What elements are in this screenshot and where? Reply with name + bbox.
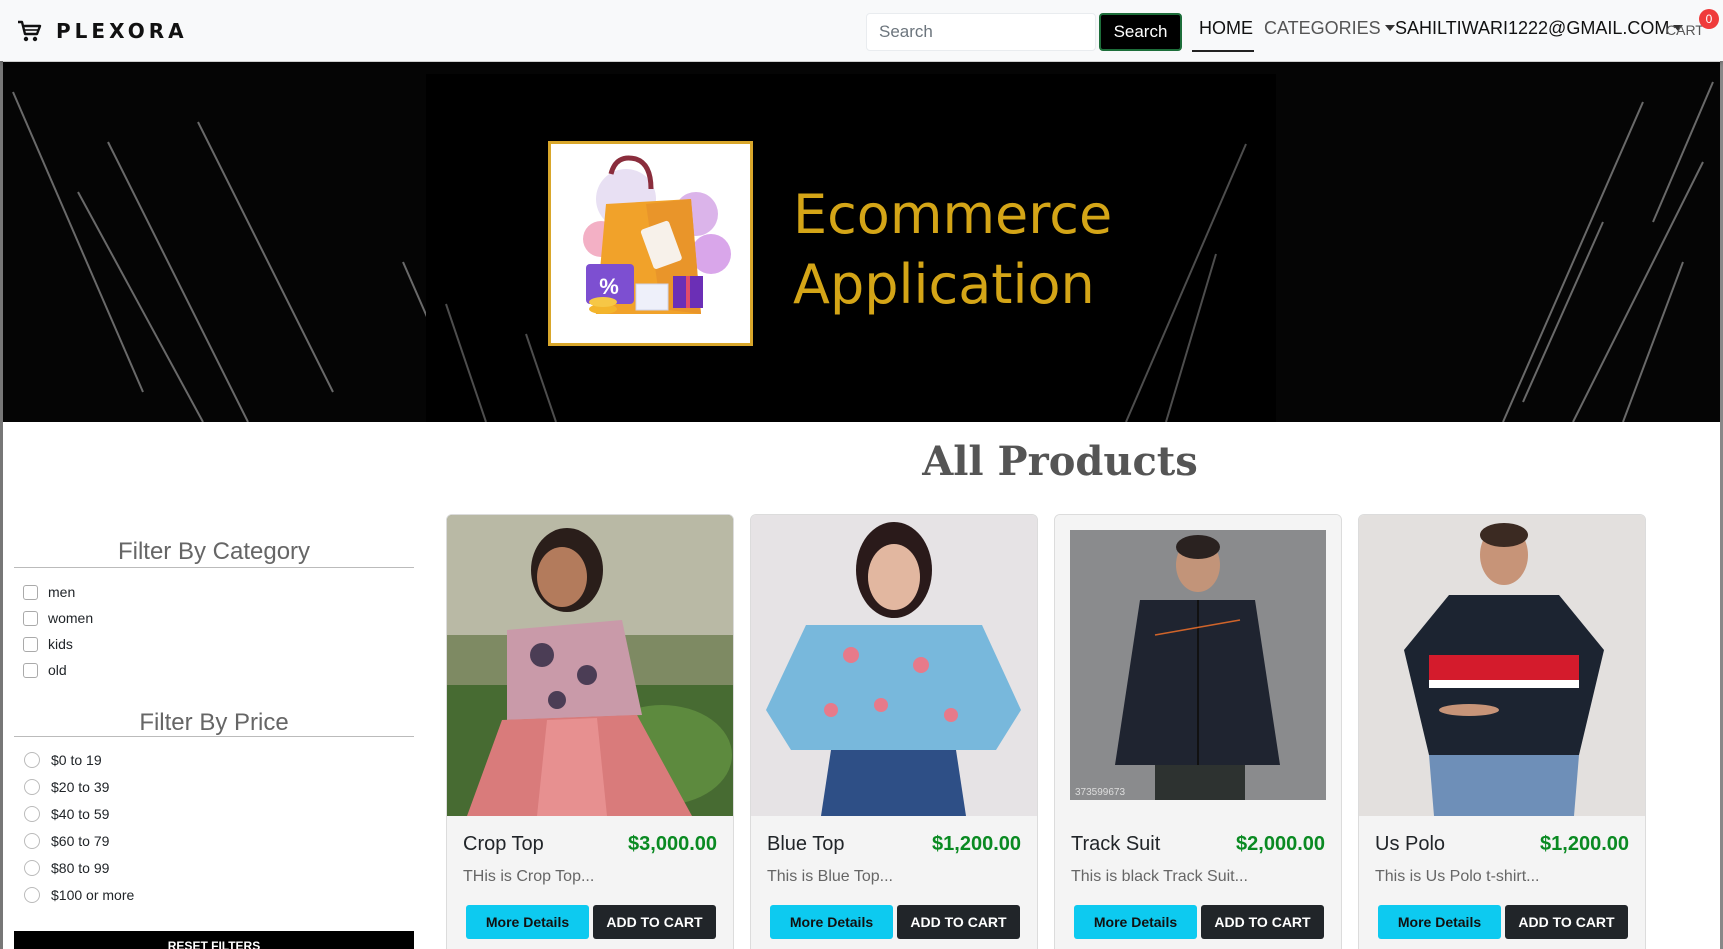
shopping-bag-logo: % [548,141,753,346]
radio-label: $100 or more [51,887,135,903]
more-details-button[interactable]: More Details [1378,905,1501,939]
product-card: 373599673 Track Suit $2,000.00 This is b… [1054,514,1342,949]
svg-text:%: % [599,274,619,299]
radio-label: $40 to 59 [51,806,110,822]
add-to-cart-button[interactable]: ADD TO CART [897,905,1020,939]
brand-name: PLEXORA [56,19,188,43]
add-to-cart-button[interactable]: ADD TO CART [1505,905,1628,939]
product-name: Crop Top [463,833,544,855]
product-image[interactable] [447,515,733,816]
product-name: Us Polo [1375,833,1446,855]
navbar: PLEXORA Search HOME CATEGORIES SAHILTIWA… [0,0,1723,61]
checkbox[interactable] [23,584,38,600]
product-description: This is Blue Top... [767,868,893,885]
nav-cart[interactable]: CART [1666,22,1704,38]
add-to-cart-button[interactable]: ADD TO CART [593,905,716,939]
category-checkbox-kids[interactable]: kids [23,636,73,652]
user-menu-dropdown[interactable]: SAHILTIWARI1222@GMAIL.COM [1395,18,1684,39]
active-tab-indicator [1192,50,1254,52]
product-price: $1,200.00 [1540,833,1629,855]
search-button[interactable]: Search [1099,13,1182,51]
shopping-bag-icon: % [583,155,731,314]
checkbox-label: women [48,610,94,626]
radio-label: $80 to 99 [51,860,110,876]
checkbox-label: men [48,584,76,600]
product-description: This is Us Polo t-shirt... [1375,868,1540,885]
hero-banner: % Ecommerce Application [3,62,1720,422]
price-radio-0-19[interactable]: $0 to 19 [24,752,102,768]
divider [14,567,414,568]
image-watermark: 373599673 [1075,787,1125,798]
product-card: Crop Top $3,000.00 THis is Crop Top... M… [446,514,734,949]
product-name: Blue Top [767,833,845,855]
product-image[interactable] [1359,515,1645,816]
radio-label: $0 to 19 [51,752,102,768]
radio-button[interactable] [24,833,40,849]
product-description: This is black Track Suit... [1071,868,1248,885]
radio-button[interactable] [24,887,40,903]
brand-link[interactable]: PLEXORA [16,14,188,48]
radio-button[interactable] [24,779,40,795]
radio-button[interactable] [24,752,40,768]
checkbox-label: old [48,662,67,678]
product-price: $2,000.00 [1236,833,1325,855]
reset-filters-button[interactable]: RESET FILTERS [14,931,414,949]
price-filter-heading: Filter By Price [139,709,289,736]
price-radio-80-99[interactable]: $80 to 99 [24,860,109,876]
radio-label: $20 to 39 [51,779,110,795]
more-details-button[interactable]: More Details [770,905,893,939]
checkbox[interactable] [23,610,38,626]
product-card: Us Polo $1,200.00 This is Us Polo t-shir… [1358,514,1646,949]
nav-categories-dropdown[interactable]: CATEGORIES [1264,18,1395,39]
product-image[interactable]: 373599673 [1055,515,1341,816]
cart-count-badge: 0 [1699,9,1719,29]
price-radio-40-59[interactable]: $40 to 59 [24,806,109,822]
price-radio-100-plus[interactable]: $100 or more [24,887,134,903]
product-image[interactable] [751,515,1037,816]
search-input[interactable] [866,13,1096,51]
more-details-button[interactable]: More Details [1074,905,1197,939]
price-radio-60-79[interactable]: $60 to 79 [24,833,109,849]
product-price: $3,000.00 [628,833,717,855]
more-details-button[interactable]: More Details [466,905,589,939]
category-filter-heading: Filter By Category [117,538,311,565]
banner-title: Ecommerce Application [793,183,1113,316]
nav-categories-label: CATEGORIES [1264,18,1381,38]
radio-label: $60 to 79 [51,833,110,849]
price-radio-20-39[interactable]: $20 to 39 [24,779,109,795]
user-email: SAHILTIWARI1222@GMAIL.COM [1395,18,1670,38]
caret-down-icon [1384,24,1395,31]
page-title: All Products [922,438,1198,485]
product-price: $1,200.00 [932,833,1021,855]
add-to-cart-button[interactable]: ADD TO CART [1201,905,1324,939]
product-name: Track Suit [1071,833,1161,855]
radio-button[interactable] [24,860,40,876]
category-checkbox-old[interactable]: old [23,662,67,678]
checkbox[interactable] [23,662,38,678]
radio-button[interactable] [24,806,40,822]
nav-home[interactable]: HOME [1199,18,1253,39]
product-description: THis is Crop Top... [463,868,595,885]
checkbox[interactable] [23,636,38,652]
checkbox-label: kids [48,636,73,652]
category-checkbox-men[interactable]: men [23,584,75,600]
shopping-cart-icon [18,20,42,42]
category-checkbox-women[interactable]: women [23,610,93,626]
divider [14,736,414,737]
product-card: Blue Top $1,200.00 This is Blue Top... M… [750,514,1038,949]
